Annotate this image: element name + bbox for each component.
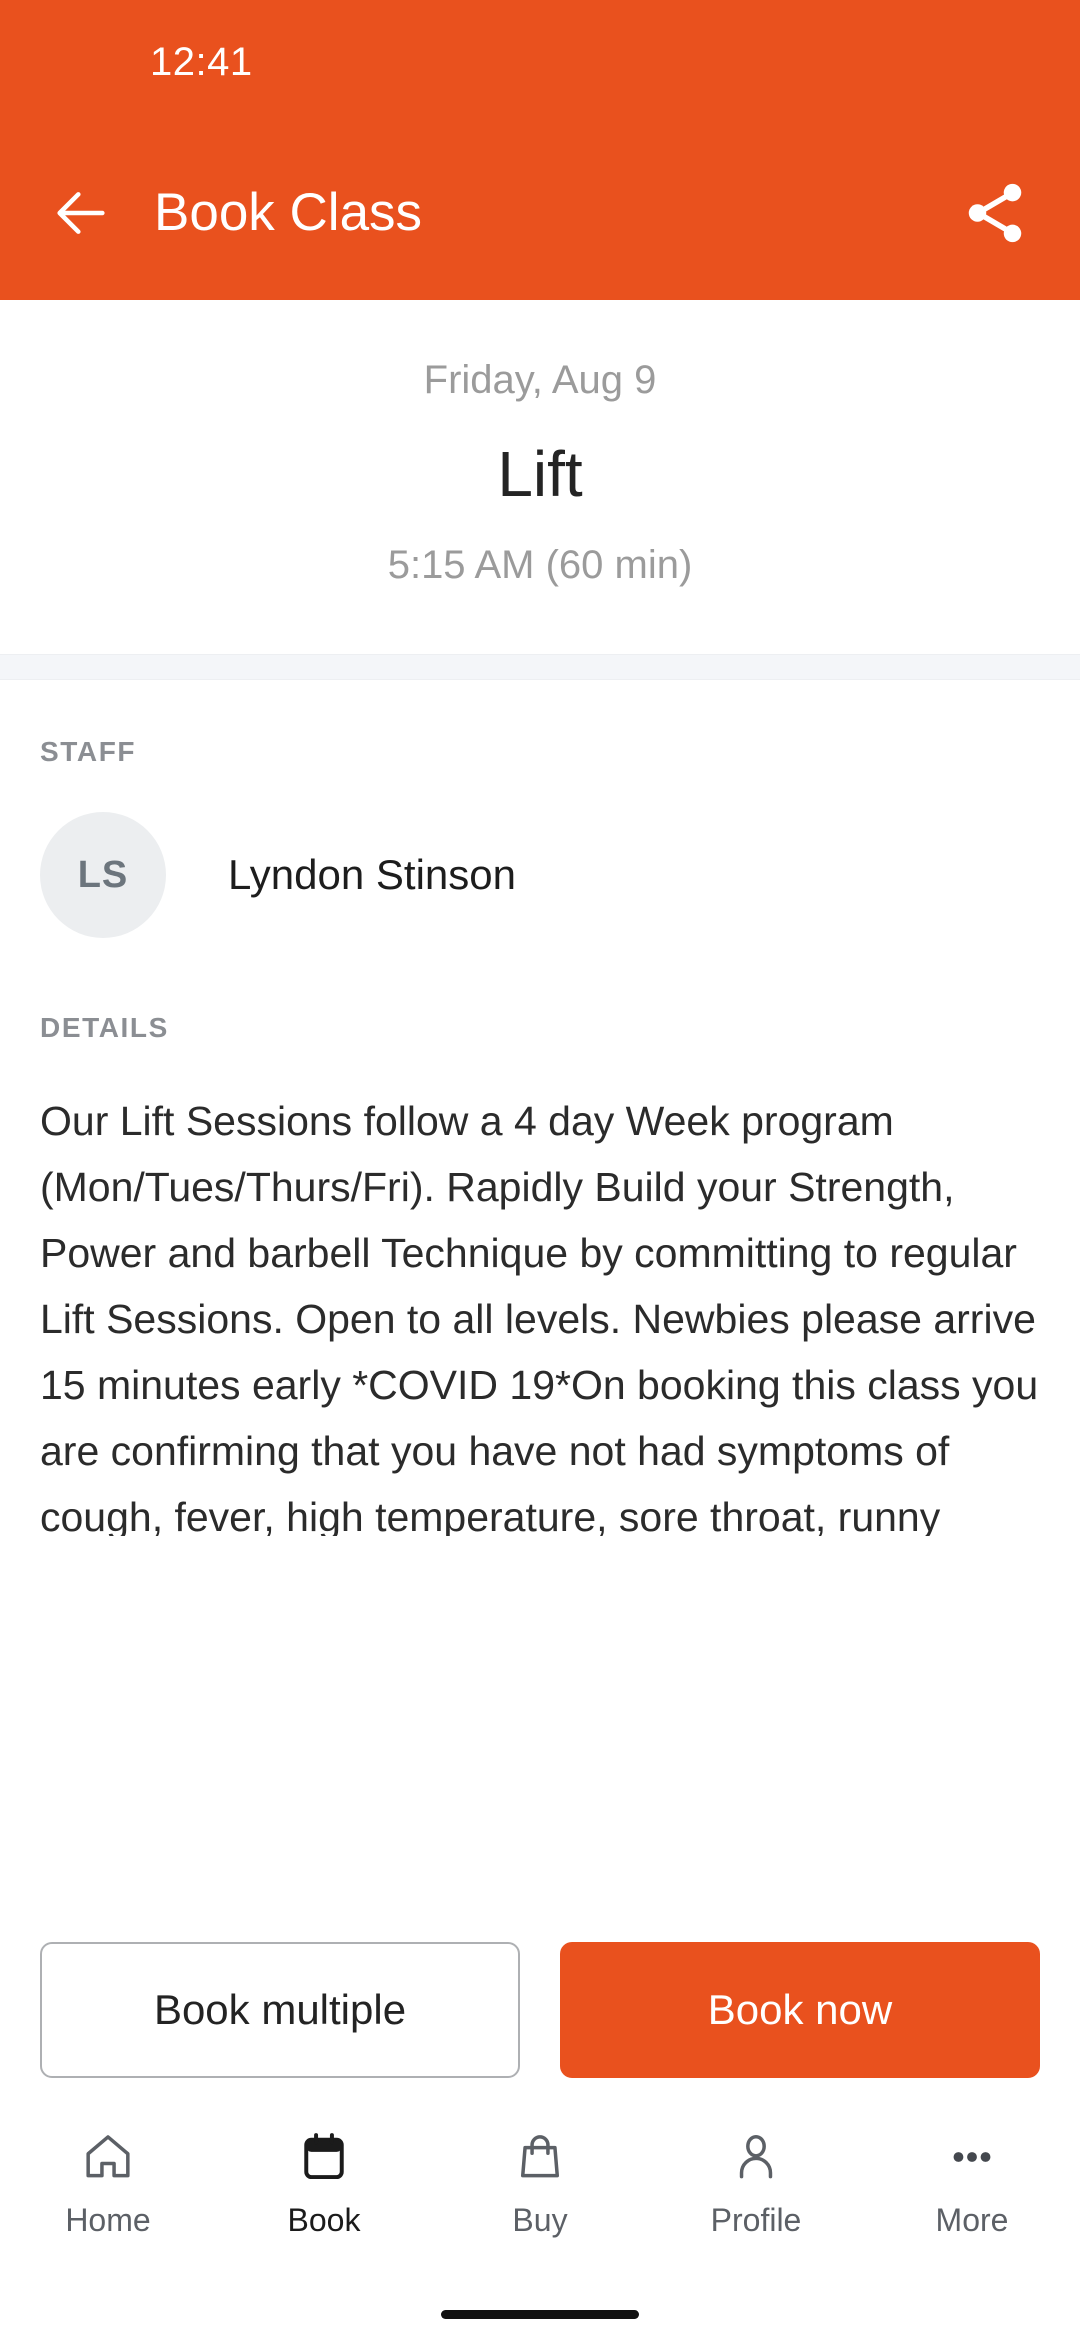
class-name: Lift xyxy=(497,438,583,510)
bottom-navigation: Home Book Buy Profile More xyxy=(0,2104,1080,2288)
nav-label-profile: Profile xyxy=(710,2202,802,2238)
avatar: LS xyxy=(40,812,166,938)
staff-row[interactable]: LS Lyndon Stinson xyxy=(40,812,1040,938)
class-time: 5:15 AM (60 min) xyxy=(387,543,693,587)
nav-label-buy: Buy xyxy=(512,2202,568,2238)
gesture-bar-area xyxy=(0,2288,1080,2340)
dots-icon xyxy=(944,2126,1000,2188)
person-icon xyxy=(728,2126,784,2188)
page-title: Book Class xyxy=(154,183,423,242)
status-time: 12:41 xyxy=(150,40,253,84)
nav-item-book[interactable]: Book xyxy=(216,2126,432,2239)
details-scroll-area[interactable]: STAFF LS Lyndon Stinson DETAILS Our Lift… xyxy=(0,680,1080,1924)
nav-label-book: Book xyxy=(287,2202,361,2238)
gesture-bar[interactable] xyxy=(441,2309,639,2319)
calendar-icon xyxy=(296,2126,352,2188)
book-now-button[interactable]: Book now xyxy=(560,1942,1040,2078)
status-bar: 12:41 xyxy=(0,0,1080,125)
class-date: Friday, Aug 9 xyxy=(423,358,657,402)
share-button[interactable] xyxy=(956,174,1034,252)
home-icon xyxy=(80,2126,136,2188)
nav-item-home[interactable]: Home xyxy=(0,2126,216,2239)
action-bar: Book multiple Book now xyxy=(0,1924,1080,2104)
nav-item-profile[interactable]: Profile xyxy=(648,2126,864,2239)
avatar-initials: LS xyxy=(77,853,129,896)
book-multiple-button[interactable]: Book multiple xyxy=(40,1942,520,2078)
nav-item-more[interactable]: More xyxy=(864,2126,1080,2239)
app-bar: Book Class xyxy=(0,125,1080,300)
details-section-label: DETAILS xyxy=(40,1012,169,1043)
app-screen: 12:41 Book Class Friday, Aug 9 Lift 5:15… xyxy=(0,0,1080,2340)
arrow-left-icon xyxy=(57,191,105,234)
back-button[interactable] xyxy=(46,178,116,248)
nav-label-more: More xyxy=(935,2202,1009,2238)
share-icon xyxy=(968,183,1022,242)
class-summary: Friday, Aug 9 Lift 5:15 AM (60 min) xyxy=(0,300,1080,654)
details-description: Our Lift Sessions follow a 4 day Week pr… xyxy=(40,1098,1039,1536)
staff-name: Lyndon Stinson xyxy=(228,851,516,898)
section-divider-band xyxy=(0,654,1080,680)
nav-item-buy[interactable]: Buy xyxy=(432,2126,648,2239)
bag-icon xyxy=(512,2126,568,2188)
staff-section-label: STAFF xyxy=(40,736,137,767)
nav-label-home: Home xyxy=(65,2202,151,2238)
